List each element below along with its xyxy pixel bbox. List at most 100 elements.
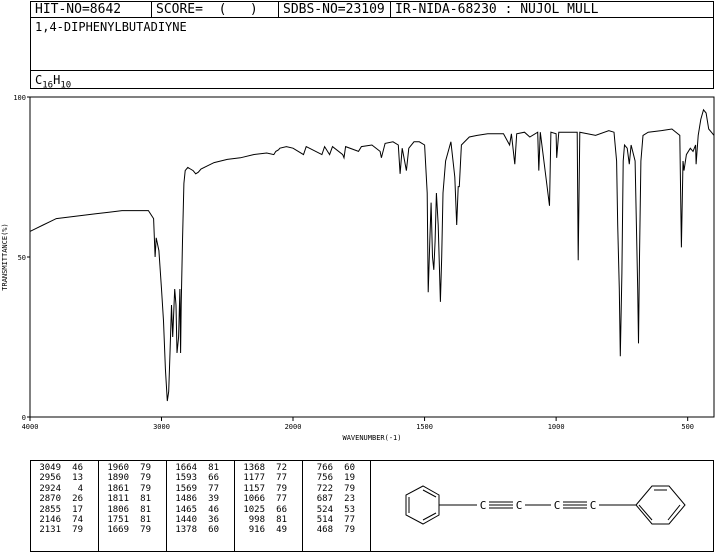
- peak-row: 1378 60: [167, 525, 234, 535]
- peak-row: 1811 81: [99, 494, 166, 504]
- peak-wavenumber: 1440: [175, 514, 197, 525]
- ir-spectrum-chart: 0 50 100 4000 3000 2000 1500 1000 500 WAVENUMBE…: [1, 94, 715, 442]
- peak-row: 2870 26: [31, 494, 98, 504]
- peak-wavenumber: 1177: [243, 473, 265, 484]
- peak-wavenumber: 1465: [175, 504, 197, 515]
- divider: [31, 70, 713, 71]
- peak-wavenumber: 1066: [243, 494, 265, 505]
- peak-wavenumber: 2924: [39, 483, 61, 494]
- peak-wavenumber: 2131: [39, 525, 61, 536]
- peak-transmittance: 60: [344, 463, 355, 473]
- peak-transmittance: 66: [276, 504, 287, 515]
- peak-wavenumber: 1664: [175, 463, 197, 473]
- peak-transmittance: 79: [140, 525, 151, 536]
- peak-transmittance: 17: [72, 504, 83, 515]
- peak-transmittance: 81: [140, 494, 151, 505]
- peak-transmittance: 79: [140, 473, 151, 484]
- peak-wavenumber: 1368: [243, 463, 265, 473]
- peak-transmittance: 49: [276, 525, 287, 536]
- peak-wavenumber: 1025: [243, 504, 265, 515]
- peak-row: 514 77: [303, 515, 370, 525]
- peak-transmittance: 77: [208, 483, 219, 494]
- peak-transmittance: 77: [344, 514, 355, 525]
- compound-name: 1,4-DIPHENYLBUTADIYNE: [35, 20, 187, 34]
- atom-c1: C: [480, 499, 487, 512]
- peak-row: 766 60: [303, 463, 370, 473]
- x-axis-label: WAVENUMBER(-1): [342, 434, 401, 442]
- peak-row: 1486 39: [167, 494, 234, 504]
- peak-transmittance: 74: [72, 514, 83, 525]
- peak-transmittance: 81: [208, 463, 219, 473]
- peak-wavenumber: 766: [316, 463, 333, 473]
- peak-wavenumber: 2870: [39, 494, 61, 505]
- y-tick-label: 50: [18, 254, 26, 262]
- ir-code: IR-NIDA-68230 : NUJOL MULL: [395, 2, 599, 17]
- peak-wavenumber: 756: [316, 473, 333, 484]
- x-tick-label: 4000: [22, 423, 39, 431]
- peak-wavenumber: 2146: [39, 514, 61, 525]
- peak-row: 468 79: [303, 525, 370, 535]
- peak-panel: 3049 46 2956 13 2924 4 2870 26 2855 17 2146 74 2131 7…: [30, 460, 714, 552]
- atom-c3: C: [554, 499, 561, 512]
- peak-wavenumber: 1751: [107, 514, 129, 525]
- x-tick-label: 1000: [548, 423, 565, 431]
- peak-transmittance: 60: [208, 525, 219, 536]
- peak-row: 1669 79: [99, 525, 166, 535]
- peak-wavenumber: 1861: [107, 483, 129, 494]
- peak-row: 3049 46: [31, 463, 98, 473]
- peak-transmittance: 81: [276, 514, 287, 525]
- sdbs-number: SDBS-NO=23109: [279, 2, 391, 17]
- y-tick-label: 100: [13, 94, 26, 102]
- peak-transmittance: 39: [208, 494, 219, 505]
- peak-transmittance: 79: [344, 525, 355, 536]
- peak-wavenumber: 1593: [175, 473, 197, 484]
- peak-row: 1157 79: [235, 484, 302, 494]
- peak-row: 916 49: [235, 525, 302, 535]
- compound-info: 1,4-DIPHENYLBUTADIYNE C16H10: [30, 17, 714, 90]
- left-benzene-ring: [405, 485, 440, 525]
- peak-wavenumber: 722: [316, 483, 333, 494]
- peak-row: 687 23: [303, 494, 370, 504]
- peak-wavenumber: 1890: [107, 473, 129, 484]
- peak-transmittance: 79: [140, 463, 151, 473]
- peak-transmittance: 46: [72, 463, 83, 473]
- peak-row: 1664 81: [167, 463, 234, 473]
- right-benzene-ring: [636, 486, 685, 524]
- peak-row: 1569 77: [167, 484, 234, 494]
- x-axis: 4000 3000 2000 1500 1000 500: [22, 417, 694, 431]
- peak-wavenumber: 468: [316, 525, 333, 536]
- peak-row: 1593 66: [167, 473, 234, 483]
- peak-column: 766 60 756 19 722 79 687 23 524 53 514 77 468 79: [303, 461, 371, 551]
- peak-transmittance: 26: [72, 494, 83, 505]
- peak-wavenumber: 1806: [107, 504, 129, 515]
- peak-transmittance: 36: [208, 514, 219, 525]
- peak-row: 1465 46: [167, 505, 234, 515]
- peak-wavenumber: 514: [316, 514, 333, 525]
- y-tick-label: 0: [22, 414, 26, 422]
- peak-wavenumber: 3049: [39, 463, 61, 473]
- peak-transmittance: 13: [72, 473, 83, 484]
- peak-row: 1890 79: [99, 473, 166, 483]
- peak-row: 1960 79: [99, 463, 166, 473]
- peak-column: 1664 81 1593 66 1569 77 1486 39 1465 46 1440 36 1378…: [167, 461, 235, 551]
- peak-row: 1177 77: [235, 473, 302, 483]
- peak-wavenumber: 998: [248, 514, 265, 525]
- x-tick-label: 500: [681, 423, 694, 431]
- peak-row: 2855 17: [31, 505, 98, 515]
- peak-wavenumber: 687: [316, 494, 333, 505]
- peak-transmittance: 81: [140, 504, 151, 515]
- peak-row: 1861 79: [99, 484, 166, 494]
- peak-row: 756 19: [303, 473, 370, 483]
- peak-transmittance: 81: [140, 514, 151, 525]
- peak-row: 1368 72: [235, 463, 302, 473]
- peak-row: 524 53: [303, 505, 370, 515]
- peak-wavenumber: 1569: [175, 483, 197, 494]
- peak-transmittance: 19: [344, 473, 355, 484]
- hit-number: HIT-NO=8642: [31, 2, 152, 17]
- peak-transmittance: 4: [77, 483, 83, 494]
- peak-transmittance: 79: [344, 483, 355, 494]
- peak-wavenumber: 916: [248, 525, 265, 536]
- peak-transmittance: 77: [276, 473, 287, 484]
- peak-row: 2956 13: [31, 473, 98, 483]
- atom-c4: C: [590, 499, 597, 512]
